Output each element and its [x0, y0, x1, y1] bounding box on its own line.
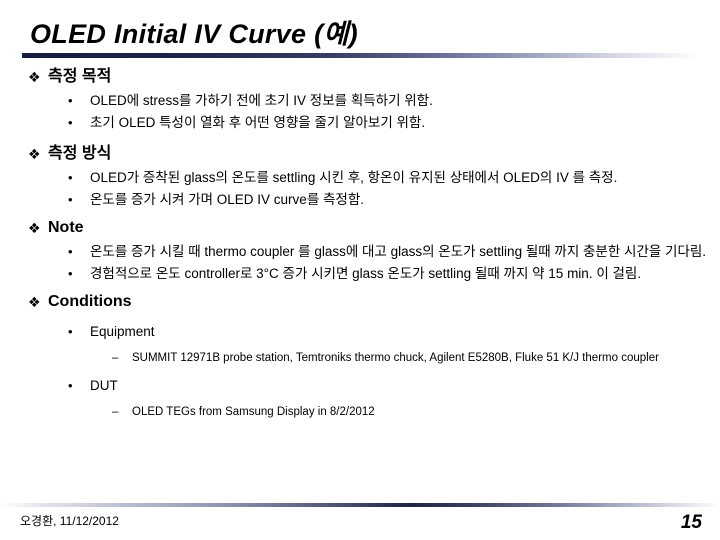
sub-list-item: – OLED TEGs from Samsung Display in 8/2/… [0, 403, 720, 422]
sub-list-item-text: SUMMIT 12971B probe station, Temtroniks … [132, 352, 659, 364]
section-heading-label: 측정 목적 [48, 68, 112, 85]
dot-bullet-icon: • [68, 266, 73, 281]
list-item: • 온도를 증가 시켜 가며 OLED IV curve를 측정함. [0, 189, 720, 210]
page-number: 15 [680, 512, 702, 533]
list-item: • DUT [0, 375, 720, 396]
diamond-bullet-icon: ❖ [28, 146, 41, 162]
dash-bullet-icon: – [112, 352, 119, 364]
list-item-text: 초기 OLED 특성이 열화 후 어떤 영향을 줄기 알아보기 위함. [90, 115, 426, 130]
section-heading: ❖ Conditions [0, 291, 720, 313]
list-item: • OLED가 증착된 glass의 온도를 settling 시킨 후, 항온… [0, 167, 720, 188]
dot-bullet-icon: • [68, 244, 73, 259]
section-heading-label: 측정 방식 [48, 145, 112, 162]
list-item: • 온도를 증가 시킬 때 thermo coupler 를 glass에 대고… [0, 241, 720, 262]
list-item: • 초기 OLED 특성이 열화 후 어떤 영향을 줄기 알아보기 위함. [0, 112, 720, 133]
dot-bullet-icon: • [68, 324, 73, 339]
list-item-text: 온도를 증가 시켜 가며 OLED IV curve를 측정함. [90, 192, 364, 207]
dot-bullet-icon: • [68, 115, 73, 130]
sub-list-item: – SUMMIT 12971B probe station, Temtronik… [0, 349, 720, 368]
list-item-text: Equipment [90, 324, 155, 339]
dot-bullet-icon: • [68, 192, 73, 207]
section-heading-label: Conditions [48, 293, 132, 310]
footer-divider [0, 503, 720, 507]
list-item: • Equipment [0, 321, 720, 342]
list-item-text: 경험적으로 온도 controller로 3°C 증가 시키면 glass 온도… [90, 266, 642, 281]
section-heading: ❖ Note [0, 217, 720, 239]
dash-bullet-icon: – [112, 406, 119, 418]
diamond-bullet-icon: ❖ [28, 69, 41, 85]
list-item-text: OLED가 증착된 glass의 온도를 settling 시킨 후, 항온이 … [90, 170, 618, 185]
page-title: OLED Initial IV Curve (예) [30, 19, 358, 49]
footer-author-date: 오경환, 11/12/2012 [20, 514, 119, 528]
dot-bullet-icon: • [68, 170, 73, 185]
diamond-bullet-icon: ❖ [28, 294, 41, 310]
diamond-bullet-icon: ❖ [28, 220, 41, 236]
list-item-text: OLED에 stress를 가하기 전에 초기 IV 정보를 획득하기 위함. [90, 93, 433, 108]
list-item-text: 온도를 증가 시킬 때 thermo coupler 를 glass에 대고 g… [90, 244, 707, 259]
section-heading-label: Note [48, 219, 84, 236]
dot-bullet-icon: • [68, 378, 73, 393]
section-heading: ❖ 측정 방식 [0, 143, 720, 165]
slide-body: ❖ 측정 목적 • OLED에 stress를 가하기 전에 초기 IV 정보를… [0, 66, 720, 423]
section-heading: ❖ 측정 목적 [0, 66, 720, 88]
dot-bullet-icon: • [68, 93, 73, 108]
list-item: • 경험적으로 온도 controller로 3°C 증가 시키면 glass … [0, 263, 720, 284]
list-item: • OLED에 stress를 가하기 전에 초기 IV 정보를 획득하기 위함… [0, 90, 720, 111]
sub-list-item-text: OLED TEGs from Samsung Display in 8/2/20… [132, 406, 375, 418]
slide-canvas: { "slide": { "title": "OLED Initial IV C… [0, 0, 720, 540]
title-divider [22, 53, 700, 58]
list-item-text: DUT [90, 378, 118, 393]
